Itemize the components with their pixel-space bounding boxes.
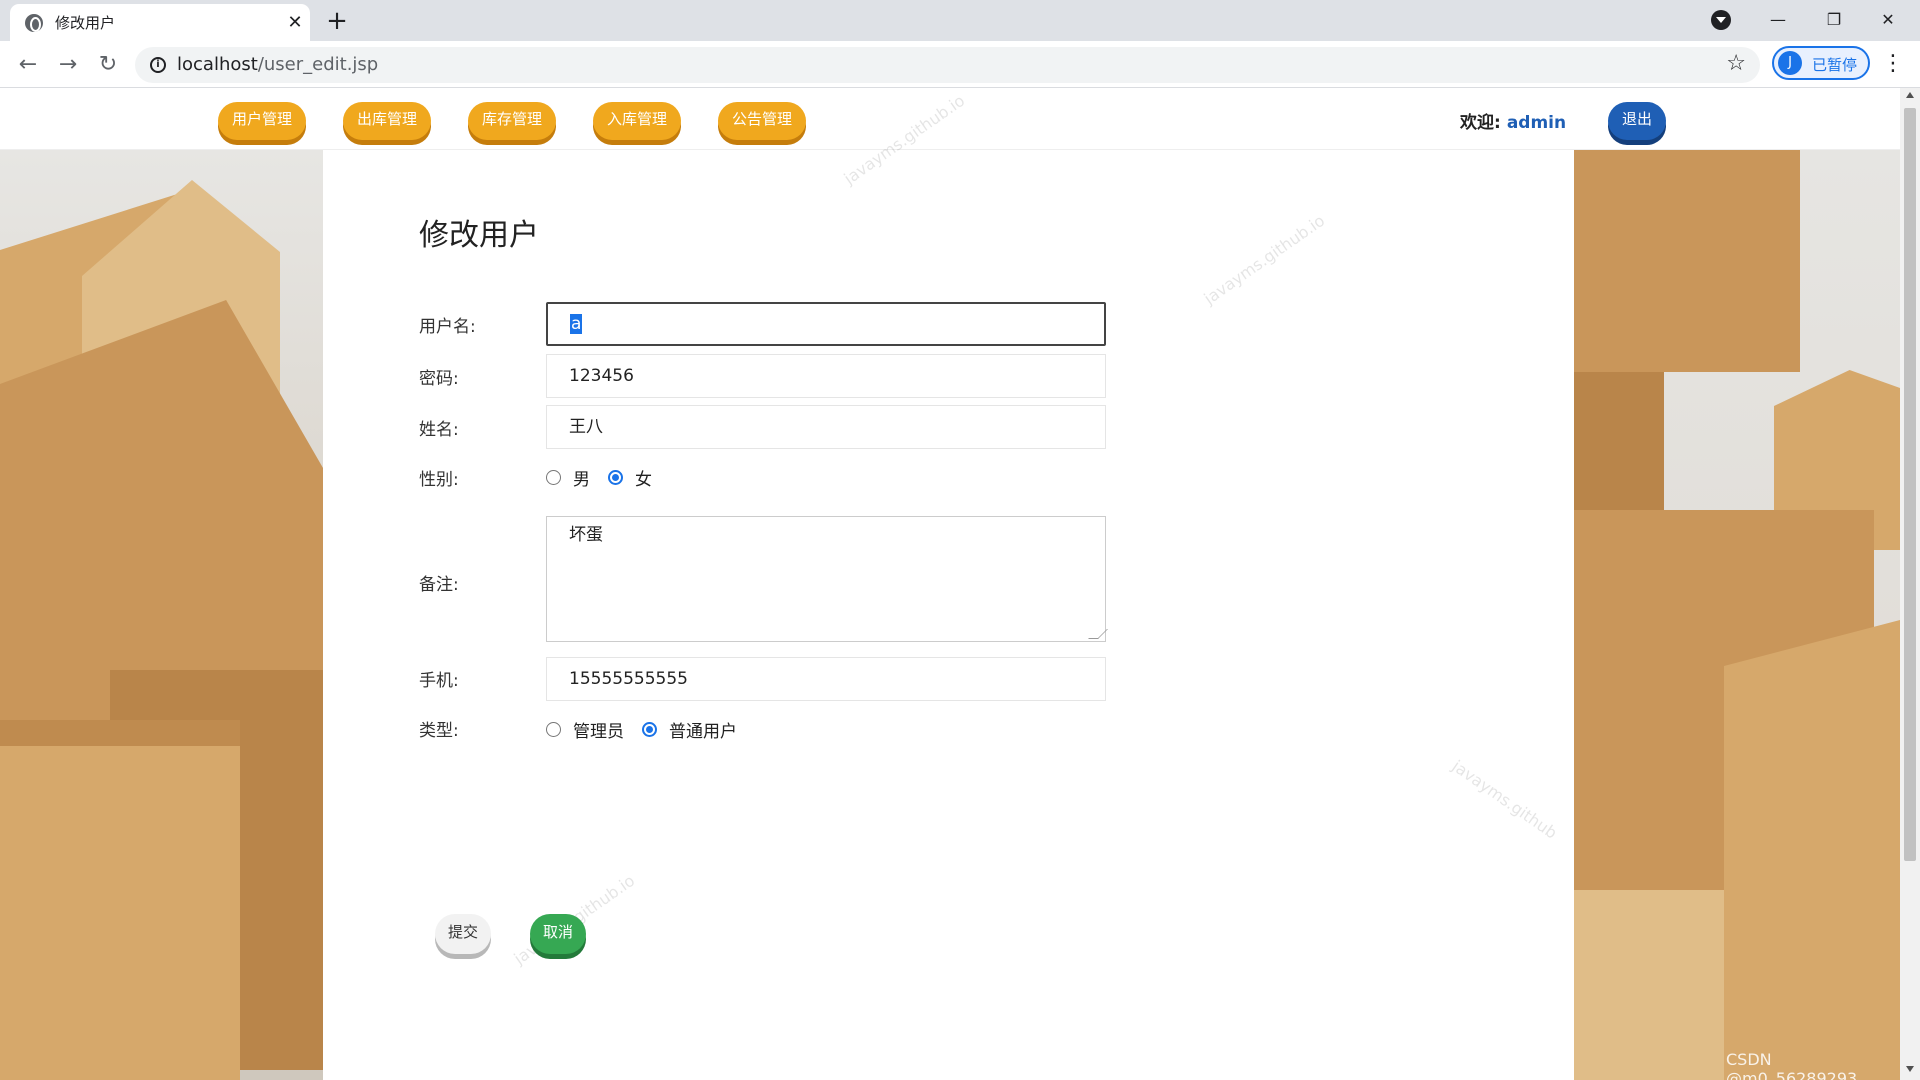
- forward-button[interactable]: →: [52, 49, 84, 81]
- gender-male-radio[interactable]: [546, 470, 561, 485]
- remark-value: 坏蛋: [569, 525, 603, 545]
- type-radio-group: 管理员 普通用户: [546, 717, 755, 742]
- scroll-thumb[interactable]: [1904, 108, 1916, 861]
- type-admin-label[interactable]: 管理员: [573, 717, 624, 742]
- password-label: 密码:: [419, 369, 459, 389]
- page-title: 修改用户: [419, 218, 539, 253]
- window-close-button[interactable]: ✕: [1866, 5, 1910, 35]
- resize-handle-icon[interactable]: [1088, 629, 1108, 639]
- remark-label: 备注:: [419, 575, 459, 595]
- reload-button[interactable]: ↻: [92, 49, 124, 81]
- tab-title: 修改用户: [55, 14, 116, 32]
- background-image-right: [1574, 150, 1900, 1080]
- gender-radio-group: 男 女: [546, 465, 670, 490]
- cancel-button[interactable]: 取消: [530, 914, 586, 954]
- watermark: javayms.github: [1448, 756, 1561, 843]
- profile-status: 已暂停: [1812, 56, 1858, 74]
- type-user-label[interactable]: 普通用户: [669, 717, 737, 742]
- gender-female-radio[interactable]: [608, 470, 623, 485]
- phone-label: 手机:: [419, 671, 459, 691]
- phone-field[interactable]: 15555555555: [546, 657, 1106, 701]
- minimize-button[interactable]: —: [1756, 5, 1800, 35]
- close-tab-icon[interactable]: ✕: [280, 12, 310, 33]
- submit-button[interactable]: 提交: [435, 914, 491, 954]
- username-label: 用户名:: [419, 317, 476, 337]
- nav-inventory-management[interactable]: 库存管理: [468, 102, 556, 140]
- type-label: 类型:: [419, 721, 459, 741]
- password-field[interactable]: 123456: [546, 354, 1106, 398]
- name-field[interactable]: 王八: [546, 405, 1106, 449]
- watermark: javayms.github.io: [1200, 210, 1329, 309]
- scroll-down-arrow-icon[interactable]: [1906, 1066, 1914, 1072]
- remark-textarea[interactable]: 坏蛋: [546, 516, 1108, 642]
- page-scrollbar[interactable]: [1900, 88, 1920, 1080]
- browser-tab-strip: 修改用户 ✕ + — ❐ ✕: [0, 0, 1920, 41]
- username-field[interactable]: a: [546, 302, 1106, 346]
- gender-male-label[interactable]: 男: [573, 465, 590, 490]
- back-button[interactable]: ←: [12, 49, 44, 81]
- type-admin-radio[interactable]: [546, 722, 561, 737]
- nav-outbound-management[interactable]: 出库管理: [343, 102, 431, 140]
- site-info-icon[interactable]: i: [150, 57, 166, 73]
- nav-notice-management[interactable]: 公告管理: [718, 102, 806, 140]
- nav-inbound-management[interactable]: 入库管理: [593, 102, 681, 140]
- nav-user-management[interactable]: 用户管理: [218, 102, 306, 140]
- address-bar[interactable]: i localhost/user_edit.jsp ☆: [135, 47, 1760, 83]
- address-toolbar: ← → ↻ i localhost/user_edit.jsp ☆ J 已暂停 …: [0, 41, 1920, 88]
- logout-button[interactable]: 退出: [1608, 102, 1666, 140]
- avatar: J: [1778, 51, 1802, 75]
- restore-button[interactable]: ❐: [1812, 5, 1856, 35]
- gender-female-label[interactable]: 女: [635, 465, 652, 490]
- name-label: 姓名:: [419, 420, 459, 440]
- url-text[interactable]: localhost/user_edit.jsp: [177, 54, 378, 75]
- url-path: /user_edit.jsp: [257, 54, 379, 75]
- url-host: localhost: [177, 54, 258, 75]
- edit-user-panel: javayms.github.io javayms.github.io java…: [323, 91, 1574, 1080]
- welcome-label: 欢迎:: [1460, 113, 1501, 133]
- footer-watermark: CSDN @m0_56289293: [1726, 1050, 1858, 1080]
- scroll-up-arrow-icon[interactable]: [1906, 92, 1914, 98]
- username-value: a: [570, 314, 583, 334]
- new-tab-button[interactable]: +: [322, 6, 352, 36]
- profile-button[interactable]: J 已暂停: [1772, 46, 1870, 80]
- current-username: admin: [1506, 113, 1567, 133]
- globe-icon: [25, 13, 43, 32]
- tab-search-icon[interactable]: [1711, 10, 1731, 30]
- browser-menu-icon[interactable]: ⋮: [1882, 51, 1904, 76]
- welcome-text: 欢迎: admin: [1460, 108, 1566, 133]
- background-image-left: [0, 150, 323, 1080]
- type-user-radio[interactable]: [642, 722, 657, 737]
- bookmark-star-icon[interactable]: ☆: [1726, 51, 1746, 76]
- browser-tab[interactable]: 修改用户 ✕: [10, 4, 310, 41]
- gender-label: 性别:: [419, 470, 459, 490]
- page-viewport: 用户管理 出库管理 库存管理 入库管理 公告管理 欢迎: admin 退出 jav…: [0, 88, 1900, 1080]
